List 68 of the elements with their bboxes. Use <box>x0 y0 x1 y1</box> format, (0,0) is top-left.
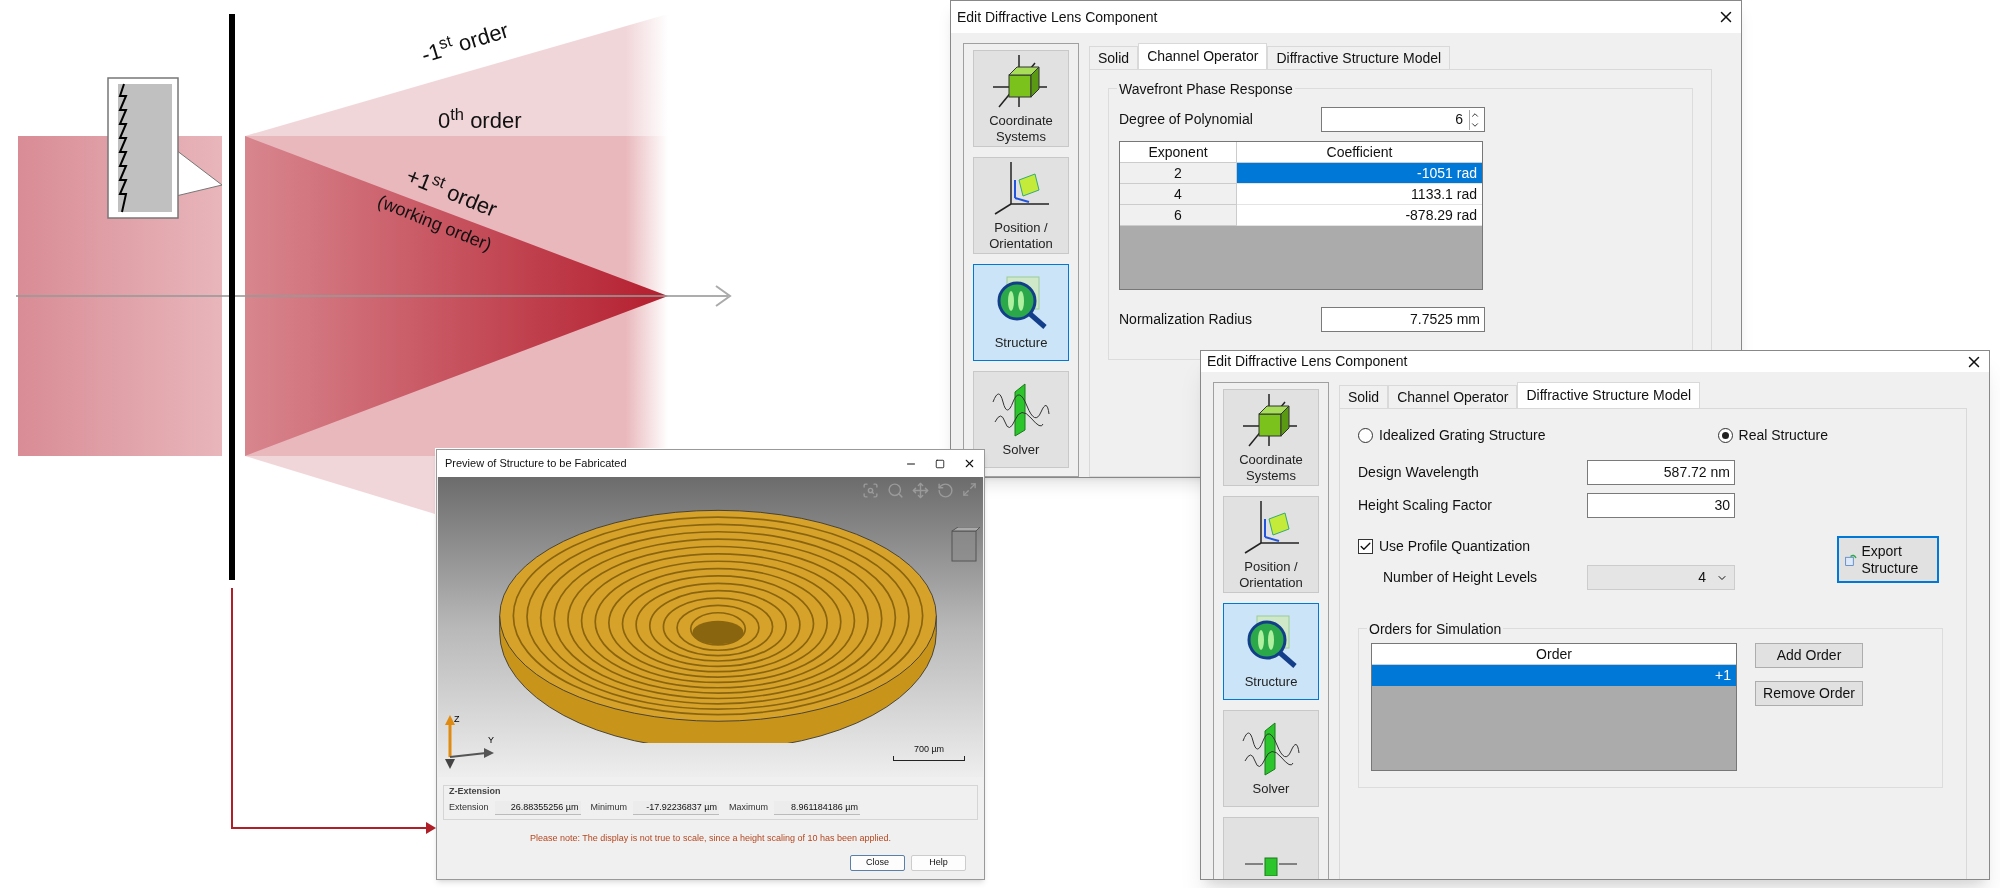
category-button[interactable]: Solver <box>973 371 1069 468</box>
radio-label: Real Structure <box>1738 426 1828 445</box>
field-label: Minimum <box>590 800 628 814</box>
axis-triad-drawing <box>445 715 494 769</box>
table-row[interactable]: 4 1133.1 rad <box>1120 184 1482 205</box>
field-label: Degree of Polynomial <box>1119 110 1254 129</box>
checkbox-label: Use Profile Quantization <box>1379 537 1530 556</box>
category-button[interactable]: Solver <box>1223 710 1319 807</box>
tab[interactable]: Diffractive Structure Model <box>1517 382 1701 408</box>
column-header: Order <box>1372 644 1736 665</box>
category-button[interactable]: Structure <box>1223 603 1319 700</box>
diagram-label: -1$^{st}$ order <box>417 16 513 70</box>
scale-bar <box>893 756 965 761</box>
category-button[interactable]: Coordinate Systems <box>1223 389 1319 486</box>
checkbox[interactable] <box>1358 539 1373 554</box>
field-label: Number of Height Levels <box>1383 568 1539 587</box>
field-label: Normalization Radius <box>1119 310 1254 329</box>
dropdown[interactable]: 4 <box>1587 565 1735 590</box>
solver-wave-icon <box>991 381 1051 438</box>
field-label: Maximum <box>729 800 769 814</box>
diagram-label: 0$^{th}$ order <box>438 104 522 135</box>
group-title: Z-Extension <box>449 785 502 798</box>
field-label: Height Scaling Factor <box>1358 496 1493 515</box>
tab[interactable]: Solid <box>1089 46 1139 69</box>
table-cell: 4 <box>1120 184 1237 205</box>
tab[interactable]: Diffractive Structure Model <box>1267 46 1451 69</box>
window-title: Edit Diffractive Lens Component <box>957 7 1158 27</box>
axis-label: Y <box>488 735 494 745</box>
input-field[interactable]: 30 <box>1587 493 1735 518</box>
order-button[interactable]: Remove Order <box>1755 681 1863 706</box>
radio-label: Idealized Grating Structure <box>1379 426 1546 445</box>
category-button[interactable]: Structure <box>973 264 1069 361</box>
radio-button[interactable] <box>1717 428 1733 443</box>
input-field[interactable]: 587.72 nm <box>1587 460 1735 485</box>
tab[interactable]: Solid <box>1339 385 1389 408</box>
table-cell: 2 <box>1120 163 1237 184</box>
radio-button[interactable] <box>1358 428 1373 443</box>
table-cell: 6 <box>1120 205 1237 226</box>
table-cell: 1133.1 rad <box>1237 184 1482 205</box>
table-row[interactable]: 2 -1051 rad <box>1120 163 1482 184</box>
solver-wave-icon <box>1241 720 1301 777</box>
category-button[interactable]: Position / Orientation <box>973 157 1069 254</box>
field-label: Design Wavelength <box>1358 463 1480 482</box>
input-field[interactable]: 7.7525 mm <box>1321 307 1485 332</box>
readonly-field: -17.92236837 µm <box>633 800 720 815</box>
dialog-button[interactable]: Close <box>850 855 905 871</box>
table-row[interactable]: +1 <box>1372 665 1736 686</box>
category-button[interactable]: Coordinate Systems <box>973 50 1069 147</box>
scale-bar-label: 700 µm <box>913 742 945 756</box>
tab[interactable]: Channel Operator <box>1388 385 1518 408</box>
table-cell: -1051 rad <box>1237 163 1482 184</box>
axis-label: Z <box>454 714 460 724</box>
input-field[interactable]: 6 <box>1321 107 1485 132</box>
order-button[interactable]: Add Order <box>1755 643 1863 668</box>
readonly-field: 26.88355256 µm <box>494 800 581 815</box>
category-button[interactable]: Position / Orientation <box>1223 496 1319 593</box>
dialog-button[interactable]: Help <box>911 855 966 871</box>
window-title: Preview of Structure to be Fabricated <box>445 456 627 472</box>
export-button[interactable]: Export Structure <box>1837 536 1939 583</box>
field-label: Extension <box>449 800 489 814</box>
readonly-field: 8.961184186 µm <box>774 800 861 815</box>
close-icon[interactable] <box>963 457 976 470</box>
warning-note: Please note: The display is not true to scale, since a height scaling of 10 has been applied. <box>528 831 893 845</box>
table-row[interactable]: 6 -878.29 rad <box>1120 205 1482 226</box>
table-cell: -878.29 rad <box>1237 205 1482 226</box>
tab[interactable]: Channel Operator <box>1138 43 1268 69</box>
window-title: Edit Diffractive Lens Component <box>1207 352 1408 371</box>
maximize-icon[interactable] <box>935 458 945 469</box>
